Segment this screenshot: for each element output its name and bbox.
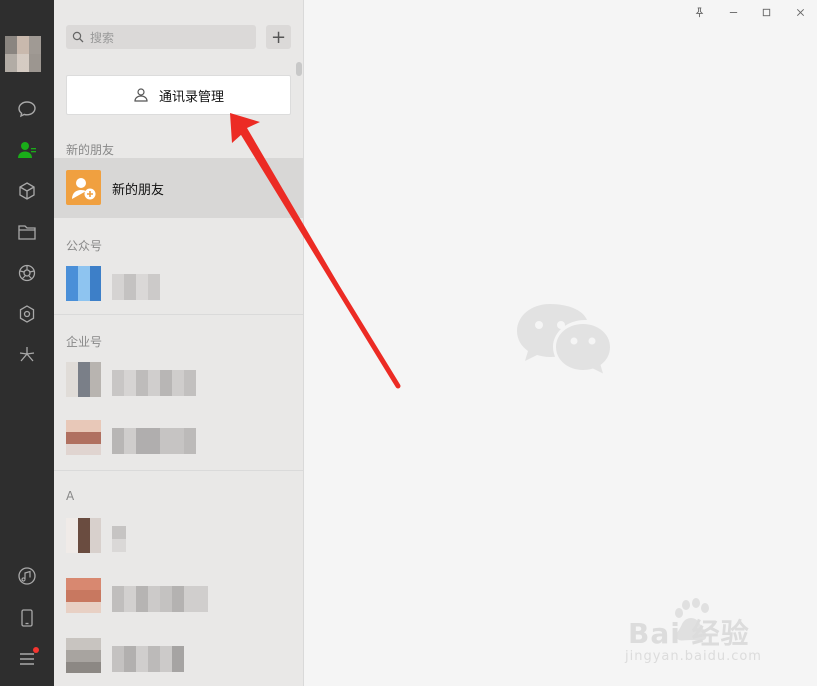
list-item[interactable] [54,626,303,686]
user-avatar[interactable] [5,36,41,72]
avatar [66,420,101,455]
aperture-icon[interactable] [14,260,40,286]
sparkle-icon[interactable] [14,342,40,368]
close-icon[interactable] [793,5,807,19]
contact-name-blurred [112,428,196,454]
maximize-icon[interactable] [759,5,773,19]
list-item[interactable] [54,506,303,566]
contact-name-blurred [112,370,196,396]
section-a: A [66,489,75,503]
list-item[interactable] [54,254,303,314]
contacts-manage-button[interactable]: 通讯录管理 [66,75,291,115]
avatar [66,266,101,301]
notification-dot [33,647,39,653]
contact-name-blurred [112,646,184,672]
watermark-brand: Bai 经验 [628,617,750,650]
person-icon [134,88,148,102]
nav-bar [0,0,54,686]
section-official-accounts: 公众号 [66,239,103,253]
list-item[interactable] [54,350,303,410]
contacts-manage-label: 通讯录管理 [158,89,224,105]
add-friend-icon [66,170,101,205]
divider [54,314,303,315]
pin-icon[interactable] [692,5,706,19]
main-area [305,0,817,686]
search-icon [72,31,84,43]
section-enterprise: 企业号 [66,335,103,349]
add-button[interactable]: + [266,25,291,49]
contact-name-blurred [112,586,208,612]
contact-name-blurred [112,274,160,300]
hexagon-icon[interactable] [14,301,40,327]
scrollbar[interactable] [296,62,302,76]
chat-icon[interactable] [14,96,40,122]
contacts-panel: 搜索 + 通讯录管理 新的朋友 新的朋友 公众号 企业号 A [54,0,304,686]
search-input[interactable]: 搜索 [66,25,256,49]
avatar [66,578,101,613]
divider [54,470,303,471]
folder-icon[interactable] [14,219,40,245]
list-item[interactable] [54,566,303,626]
contacts-icon[interactable] [14,137,40,163]
list-item[interactable] [54,408,303,468]
avatar [66,638,101,673]
cube-icon[interactable] [14,178,40,204]
minimize-icon[interactable] [726,5,740,19]
watermark-url: jingyan.baidu.com [625,649,762,664]
contact-name-blurred [112,526,126,552]
list-item-label: 新的朋友 [112,182,165,198]
list-item-new-friends[interactable]: 新的朋友 [54,158,303,218]
avatar [66,362,101,397]
section-new-friends: 新的朋友 [66,143,115,157]
avatar [66,518,101,553]
wechat-logo-icon [517,304,610,374]
phone-icon[interactable] [14,605,40,631]
search-placeholder: 搜索 [90,30,115,45]
music-icon[interactable] [14,563,40,589]
